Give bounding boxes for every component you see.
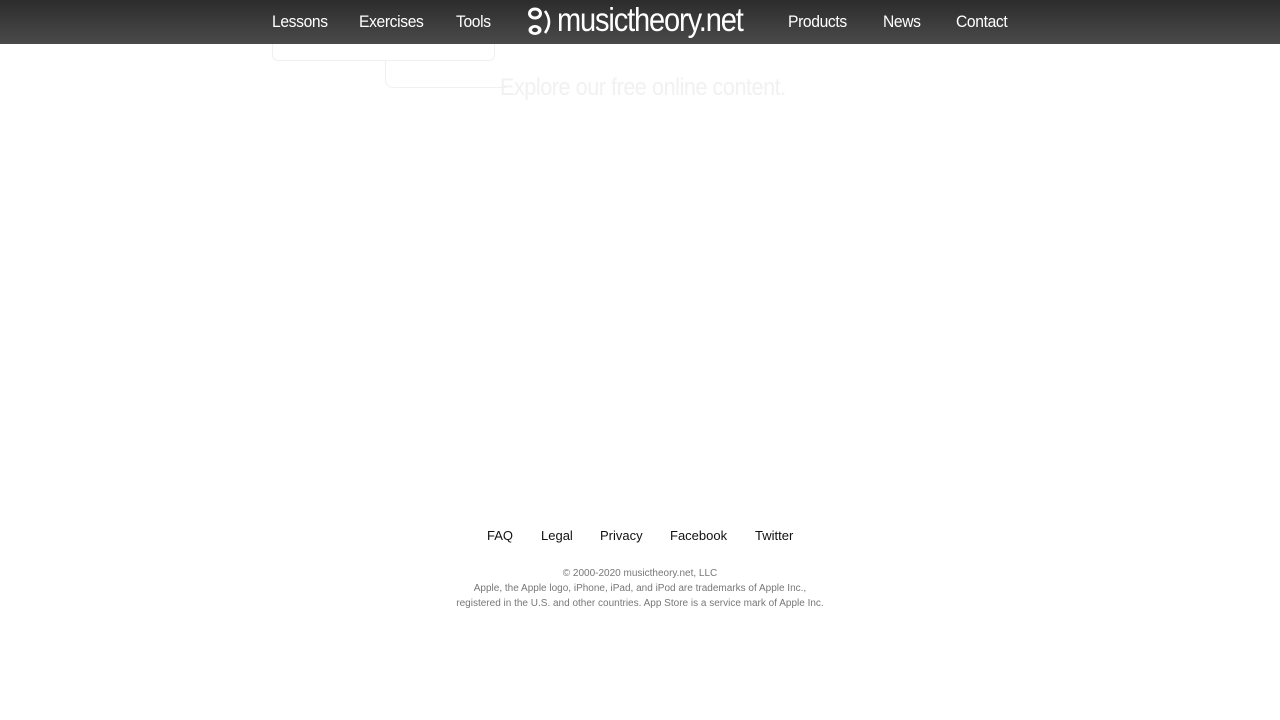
nav-link-exercises[interactable]: Exercises (359, 0, 424, 44)
footer-links: FAQ Legal Privacy Facebook Twitter (0, 527, 1280, 545)
footer-link-legal[interactable]: Legal (541, 527, 573, 545)
faded-tagline: Explore our free online content. (500, 74, 786, 101)
nav-link-news[interactable]: News (883, 0, 921, 44)
nav-link-contact[interactable]: Contact (956, 0, 1008, 44)
trademark-text-line-1: Apple, the Apple logo, iPhone, iPad, and… (473, 583, 807, 594)
footer-link-facebook[interactable]: Facebook (670, 527, 727, 545)
footer-link-privacy[interactable]: Privacy (600, 527, 643, 545)
footer-link-faq[interactable]: FAQ (487, 527, 513, 545)
faded-dropdown-panel (272, 44, 495, 61)
legal-notice: © 2000-2020 musictheory.net, LLC Apple, … (0, 566, 1280, 611)
nav-link-products[interactable]: Products (788, 0, 847, 44)
nav-link-lessons[interactable]: Lessons (272, 0, 328, 44)
top-navigation-bar: Lessons Exercises Tools musictheory.net … (0, 0, 1280, 44)
nav-link-tools[interactable]: Tools (456, 0, 491, 44)
treble-clef-logo-icon (528, 7, 551, 35)
copyright-text: © 2000-2020 musictheory.net, LLC (562, 568, 718, 579)
logo-wordmark: musictheory.net (557, 1, 744, 38)
trademark-text-line-2: registered in the U.S. and other countri… (456, 598, 824, 609)
faded-content-frame (385, 60, 506, 88)
footer-link-twitter[interactable]: Twitter (755, 527, 793, 545)
site-logo[interactable]: musictheory.net (526, 0, 752, 44)
